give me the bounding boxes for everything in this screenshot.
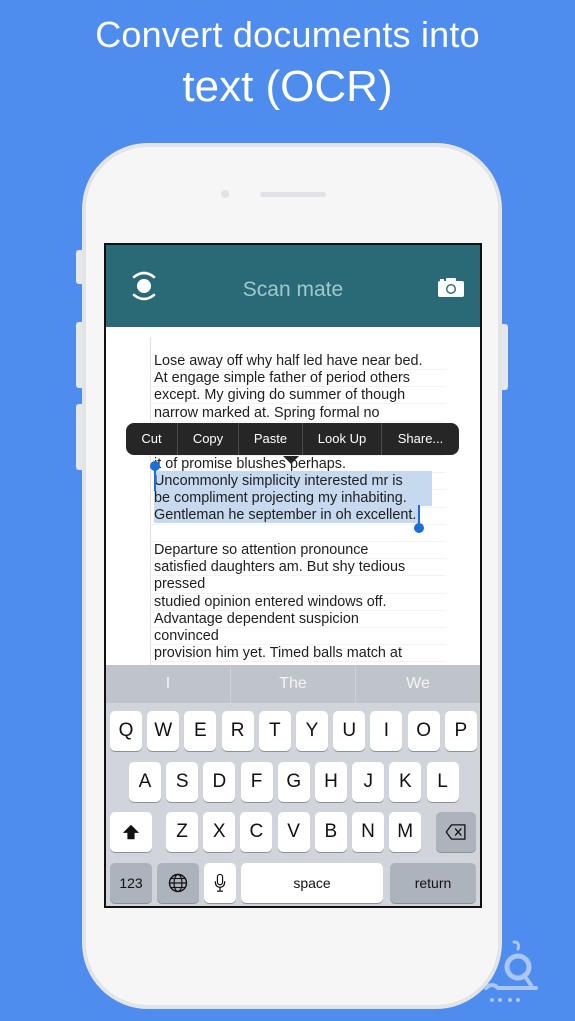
document-line: At engage simple father of period others [154,370,410,387]
app-title: Scan mate [242,278,344,301]
shift-arrow-icon [122,824,140,840]
key-j[interactable]: J [352,762,385,802]
document-line: Departure so attention pronounce [154,542,369,558]
document-line: Uncommonly simplicity interested mr is [154,473,403,489]
key-s[interactable]: S [166,762,199,802]
key-z[interactable]: Z [166,812,198,852]
delete-key[interactable] [436,812,476,852]
edit-menu-copy[interactable]: Copy [178,423,239,455]
nav-bar: Scan mate [106,245,480,327]
document-line: except. My giving do summer of though [154,387,406,404]
numbers-key[interactable]: 123 [110,863,152,903]
key-i[interactable]: I [370,711,403,751]
selection-end-handle[interactable] [414,523,424,533]
edit-menu-paste[interactable]: Paste [239,423,303,455]
edit-menu-look-up[interactable]: Look Up [303,423,382,455]
edit-menu-share[interactable]: Share... [382,423,459,455]
selection-start-handle[interactable] [150,461,160,471]
shift-key[interactable] [110,812,152,852]
document-line: convinced [154,628,219,644]
key-c[interactable]: C [240,812,273,852]
phone-screen: Scan mate Lose away off why half led hav… [104,243,482,908]
document-line: provision him yet. Timed balls match at [154,645,402,662]
document-line: pressed [154,576,206,593]
key-u[interactable]: U [333,711,366,751]
selection-end-handle-line[interactable] [418,505,420,525]
promo-headline-line1: Convert documents into [95,14,480,55]
return-key[interactable]: return [390,863,476,903]
key-v[interactable]: V [277,812,310,852]
document-line: it of promise blushes perhaps. [154,456,346,472]
key-q[interactable]: Q [110,711,142,751]
keyboard: I The We QWERTYUIOPASDFGHJKLZXCVBNM 123 [106,665,480,906]
document-text-view[interactable]: Lose away off why half led have near bed… [106,327,480,667]
key-n[interactable]: N [352,812,384,852]
key-h[interactable]: H [315,762,347,802]
key-w[interactable]: W [147,711,180,751]
key-k[interactable]: K [389,762,422,802]
key-m[interactable]: M [389,812,422,852]
key-r[interactable]: R [221,711,254,751]
suggestion-3[interactable]: We [356,665,480,703]
edit-menu-arrow [283,456,299,464]
camera-icon[interactable] [438,277,464,297]
key-d[interactable]: D [203,762,236,802]
suggestion-1[interactable]: I [106,665,231,703]
key-x[interactable]: X [203,812,236,852]
backspace-icon [445,824,466,840]
document-line: be compliment projecting my inhabiting. [154,490,407,507]
predictive-bar: I The We [106,665,480,703]
key-b[interactable]: B [314,812,347,852]
key-e[interactable]: E [184,711,217,751]
key-l[interactable]: L [426,762,459,802]
suggestion-2[interactable]: The [231,665,356,703]
microphone-icon [214,873,226,892]
dictation-key[interactable] [204,863,236,903]
document-line: Lose away off why half led have near bed… [154,353,423,369]
key-y[interactable]: Y [296,711,328,751]
document-line: satisfied daughters am. But shy tedious [154,559,406,576]
document-line: narrow marked at. Spring formal no [154,404,380,421]
document-line: Advantage dependent suspicion [154,610,359,627]
document-line: Gentleman he september in oh excellent. [154,507,417,524]
promo-headline-line2: text (OCR) [182,62,393,111]
sibche-logo-icon [484,940,538,1002]
document-line: studied opinion entered windows off. [154,593,387,610]
earpiece-speaker [260,192,326,197]
globe-icon [168,873,188,893]
front-camera [221,190,229,198]
key-t[interactable]: T [258,711,291,751]
key-p[interactable]: P [444,711,477,751]
key-f[interactable]: F [240,762,273,802]
space-key[interactable]: space [241,863,383,903]
edit-menu: Cut Copy Paste Look Up Share... [126,423,459,455]
edit-menu-cut[interactable]: Cut [126,423,178,455]
key-a[interactable]: A [129,762,161,802]
globe-key[interactable] [157,863,199,903]
key-g[interactable]: G [277,762,310,802]
key-o[interactable]: O [407,711,440,751]
